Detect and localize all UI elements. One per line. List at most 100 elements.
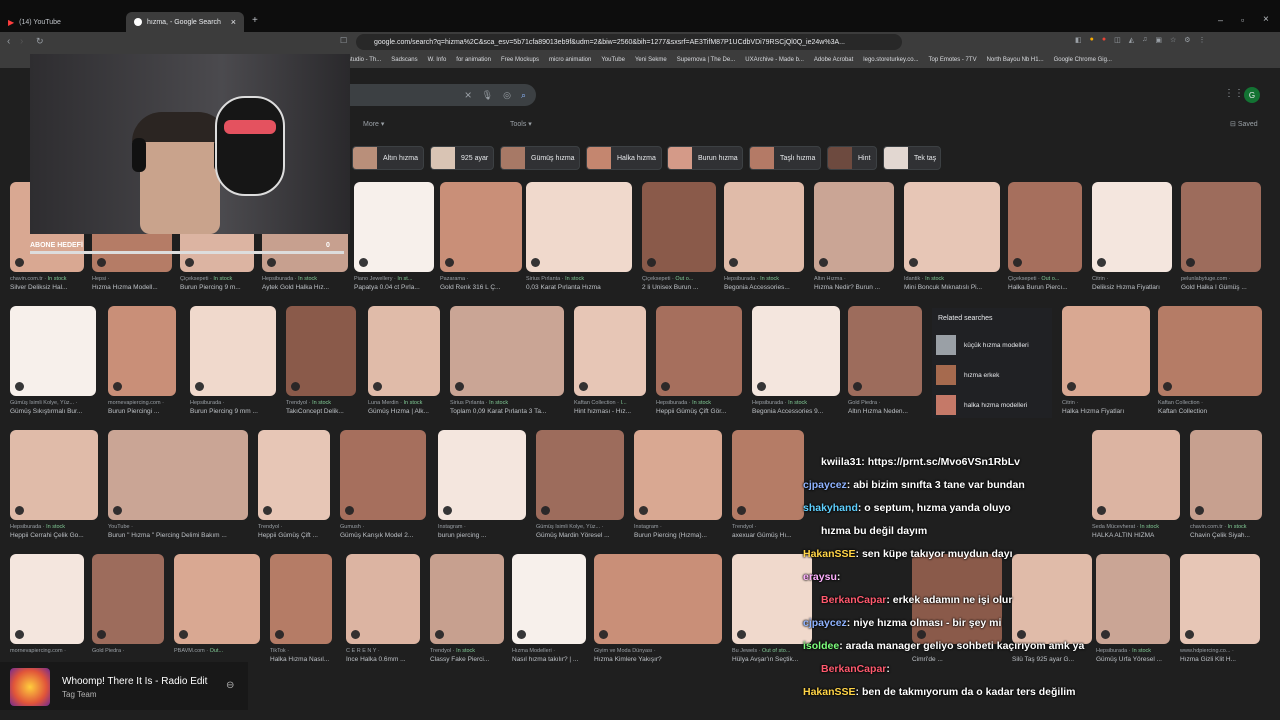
close-window-icon[interactable]: × xyxy=(1263,14,1269,25)
image-result[interactable]: Pazarama · Gold Renk 316 L Ç... xyxy=(440,182,522,296)
extension-icon[interactable]: ◧ xyxy=(1075,36,1082,48)
result-title[interactable]: Gümüş Hızma | Alk... xyxy=(368,408,440,415)
result-title[interactable]: Burun Piercing 9 mm ... xyxy=(190,408,276,415)
search-input[interactable]: × 🎙 ◎ ⌕ xyxy=(350,84,536,106)
result-title[interactable]: Gold Renk 316 L Ç... xyxy=(440,284,522,291)
image-result[interactable]: Sirius Pırlanta · In stock 0,03 Karat Pır… xyxy=(526,182,632,296)
result-thumbnail[interactable] xyxy=(634,430,722,520)
bookmark-item[interactable]: Yeni Sekme xyxy=(635,57,667,63)
image-result[interactable]: YouTube · Burun " Hızma " Piercing Delim… xyxy=(108,430,248,544)
image-result[interactable]: Giyim ve Moda Dünyası · Hızma Kimlere Ya… xyxy=(594,554,722,668)
filter-tools[interactable]: Tools ▾ xyxy=(510,120,532,128)
result-title[interactable]: Gümüş Sıkıştırmalı Bur... xyxy=(10,408,96,415)
result-thumbnail[interactable] xyxy=(10,430,98,520)
image-result[interactable]: Hepsiburada · Burun Piercing 9 mm ... xyxy=(190,306,276,420)
chip-tek-tas[interactable]: Tek taş xyxy=(883,146,941,170)
forward-icon[interactable]: › xyxy=(20,36,23,47)
bookmark-item[interactable]: North Bayou Nb H1... xyxy=(987,57,1044,63)
result-title[interactable]: Heppii Gümüş Çift Gör... xyxy=(656,408,742,415)
chip-gumus-hizma[interactable]: Gümüş hızma xyxy=(500,146,580,170)
result-title[interactable]: Gümüş Karışık Model 2... xyxy=(340,532,426,539)
result-thumbnail[interactable] xyxy=(526,182,632,272)
image-result[interactable]: Çiçeksepeti · Out o... Halka Burun Piercı… xyxy=(1008,182,1082,296)
image-result[interactable]: Hepsiburada · In stock Heppii Cerrahi Çel… xyxy=(10,430,98,544)
related-item[interactable]: halka hızma modelleri xyxy=(936,394,1048,416)
result-title[interactable]: Burun " Hızma " Piercing Delimi Bakım ..… xyxy=(108,532,248,539)
image-result[interactable]: Gold Piedra · xyxy=(92,554,164,668)
image-result[interactable]: Kaftan Collection · I... Hint hızması - H… xyxy=(574,306,646,420)
chip-925-ayar[interactable]: 925 ayar xyxy=(430,146,494,170)
extension-icon[interactable]: ◭ xyxy=(1129,36,1134,48)
image-result[interactable]: pelunlabytuge.com · Gold Halka I Gümüş .… xyxy=(1181,182,1261,296)
filter-more[interactable]: More ▾ xyxy=(363,120,384,128)
image-result[interactable]: Hepsiburada · In stock Heppii Gümüş Çift … xyxy=(656,306,742,420)
result-title[interactable]: Heppii Cerrahi Çelik Go... xyxy=(10,532,98,539)
bookmark-item[interactable]: Adobe Acrobat xyxy=(814,57,853,63)
result-thumbnail[interactable] xyxy=(450,306,564,396)
menu-icon[interactable]: ⋮ xyxy=(1199,36,1206,48)
image-result[interactable]: mornevapiercing.com · xyxy=(10,554,84,668)
result-title[interactable]: Silü Taş 925 ayar G... xyxy=(1012,656,1092,663)
saved-link[interactable]: ⊟ Saved xyxy=(1230,120,1258,128)
chip-burun-hizma[interactable]: Burun hızma xyxy=(667,146,743,170)
result-thumbnail[interactable] xyxy=(594,554,722,644)
back-icon[interactable]: ‹ xyxy=(7,36,10,47)
reload-icon[interactable]: ↻ xyxy=(36,36,44,47)
image-result[interactable]: Kaftan Collection · Kaftan Collection xyxy=(1158,306,1262,420)
result-thumbnail[interactable] xyxy=(1092,430,1180,520)
result-title[interactable]: Chavin Çelik Siyah... xyxy=(1190,532,1262,539)
result-title[interactable]: Papatya 0.04 ct Pırla... xyxy=(354,284,434,291)
result-thumbnail[interactable] xyxy=(536,430,624,520)
clear-icon[interactable]: × xyxy=(465,88,472,102)
result-title[interactable]: axexuar Gümüş Hı... xyxy=(732,532,804,539)
result-title[interactable]: Heppii Gümüş Çift ... xyxy=(258,532,330,539)
result-title[interactable]: Hızma Kimlere Yakışır? xyxy=(594,656,722,663)
result-title[interactable]: Hızma Hızma Modell... xyxy=(92,284,172,291)
result-title[interactable]: Classy Fake Pierci... xyxy=(430,656,504,663)
result-title[interactable]: Gümüş Urfa Yöresel ... xyxy=(1096,656,1170,663)
result-title[interactable]: Halka Hızma Fiyatları xyxy=(1062,408,1150,415)
bookmark-item[interactable]: for animation xyxy=(456,57,491,63)
result-title[interactable]: Nasıl hızma takılır? | ... xyxy=(512,656,586,663)
result-title[interactable]: 2 li Unisex Burun ... xyxy=(642,284,716,291)
image-result[interactable]: Piano Jewellery · In st... Papatya 0.04 c… xyxy=(354,182,434,296)
extension-icon[interactable]: ● xyxy=(1090,36,1094,48)
result-title[interactable]: Hint hızması - Hız... xyxy=(574,408,646,415)
result-thumbnail[interactable] xyxy=(10,306,96,396)
result-title[interactable]: burun piercing ... xyxy=(438,532,526,539)
image-result[interactable]: Sirius Pırlanta · In stock Toplam 0,09 Ka… xyxy=(450,306,564,420)
result-title[interactable]: Begonia Accessories... xyxy=(724,284,804,291)
result-thumbnail[interactable] xyxy=(904,182,1000,272)
image-result[interactable]: Instagram · burun piercing ... xyxy=(438,430,526,544)
bookmark-item[interactable]: W. Info xyxy=(428,57,447,63)
image-result[interactable]: Trendyol · In stock Classy Fake Pierci... xyxy=(430,554,504,668)
bookmark-item[interactable]: UXArchive - Made b... xyxy=(745,57,804,63)
image-result[interactable]: Çiçeksepeti · Out o... 2 li Unisex Burun … xyxy=(642,182,716,296)
image-result[interactable]: Seda Mücevherat · In stock HALKA ALTIN HI… xyxy=(1092,430,1180,544)
bookmark-item[interactable]: studio - Th... xyxy=(348,57,381,63)
image-result[interactable]: PBAVM.com · Out... xyxy=(174,554,260,668)
bookmark-item[interactable]: Google Chrome Gig... xyxy=(1054,57,1112,63)
image-result[interactable]: Hepsiburada · In stock Begonia Accessorie… xyxy=(724,182,804,296)
minus-circle-icon[interactable]: ⊖ xyxy=(226,680,234,691)
image-result[interactable]: Citrin · Deliksiz Hızma Fiyatları xyxy=(1092,182,1172,296)
bookmark-item[interactable]: Supernova | The De... xyxy=(677,57,735,63)
bookmark-item[interactable]: Top Emotes - 7TV xyxy=(929,57,977,63)
camera-search-icon[interactable]: ◎ xyxy=(503,90,511,101)
result-title[interactable]: Cimri'de ... xyxy=(912,656,1002,663)
result-title[interactable]: Halka Hızma Nasıl... xyxy=(270,656,332,663)
result-thumbnail[interactable] xyxy=(190,306,276,396)
image-result[interactable]: Idantik · In stock Mini Boncuk Mıknatıslı… xyxy=(904,182,1000,296)
image-result[interactable]: Luna Merdin · In stock Gümüş Hızma | Alk.… xyxy=(368,306,440,420)
image-result[interactable]: Gümüş İsimli Kolye, Yüz... · Gümüş Mardi… xyxy=(536,430,624,544)
image-result[interactable]: Gümüş İsimli Kolye, Yüz... · Gümüş Sıkış… xyxy=(10,306,96,420)
result-title[interactable]: HALKA ALTIN HIZMA xyxy=(1092,532,1180,539)
chip-tasli-hizma[interactable]: Taşlı hızma xyxy=(749,146,821,170)
image-result[interactable]: chavin.com.tr · In stock Chavin Çelik Siy… xyxy=(1190,430,1262,544)
image-result[interactable]: Trendyol · Heppii Gümüş Çift ... xyxy=(258,430,330,544)
image-result[interactable]: Gold Piedra · Altın Hızma Neden... xyxy=(848,306,922,420)
image-result[interactable]: Trendyol · In stock TakıConcept Delik... xyxy=(286,306,356,420)
result-title[interactable]: Mini Boncuk Mıknatıslı Pi... xyxy=(904,284,1000,291)
result-title[interactable]: Deliksiz Hızma Fiyatları xyxy=(1092,284,1172,291)
result-title[interactable]: Halka Burun Piercı... xyxy=(1008,284,1082,291)
